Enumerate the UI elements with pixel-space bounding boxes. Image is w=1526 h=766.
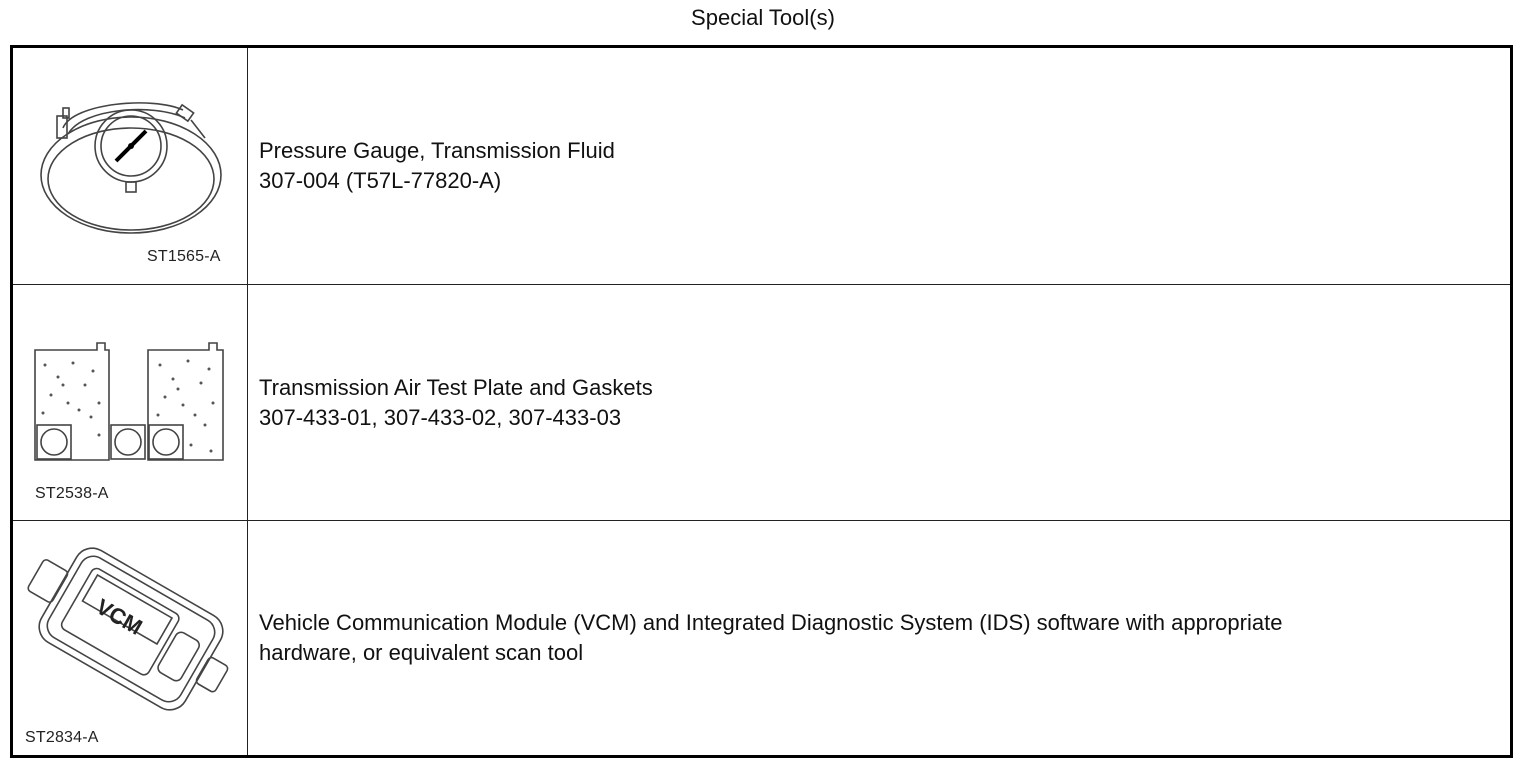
tool-name: Vehicle Communication Module (VCM) and I…	[259, 610, 1283, 635]
table-row: ST2538-A Transmission Air Test Plate and…	[13, 285, 1510, 521]
table-row: ST1565-A Pressure Gauge, Transmission Fl…	[13, 48, 1510, 285]
tool-part-numbers: 307-004 (T57L-77820-A)	[259, 168, 502, 193]
illustration-code: ST2538-A	[35, 485, 109, 502]
tool-illustration-cell: ST2538-A	[13, 285, 248, 520]
tool-name: Pressure Gauge, Transmission Fluid	[259, 138, 615, 163]
tool-illustration-cell: ST1565-A	[13, 48, 248, 284]
tool-part-numbers: 307-433-01, 307-433-02, 307-433-03	[259, 404, 622, 430]
illustration-code: ST2834-A	[25, 729, 99, 746]
tool-name-continued: hardware, or equivalent scan tool	[259, 640, 584, 665]
tool-description-cell: Vehicle Communication Module (VCM) and I…	[259, 521, 1500, 755]
tool-name: Transmission Air Test Plate and Gaskets	[259, 374, 653, 400]
vcm-module-icon: VCM	[27, 547, 229, 711]
tool-description-cell: Pressure Gauge, Transmission Fluid 307-0…	[259, 48, 1500, 284]
tool-illustration-cell: VCM ST2834-A	[13, 521, 248, 755]
table-row: VCM ST2834-A Vehicle Communication Modul…	[13, 521, 1510, 755]
page-title: Special Tool(s)	[691, 5, 835, 30]
special-tools-table: ST1565-A Pressure Gauge, Transmission Fl…	[10, 45, 1513, 758]
tool-description-cell: Transmission Air Test Plate and Gaskets …	[259, 285, 1500, 520]
illustration-code: ST1565-A	[147, 248, 221, 265]
